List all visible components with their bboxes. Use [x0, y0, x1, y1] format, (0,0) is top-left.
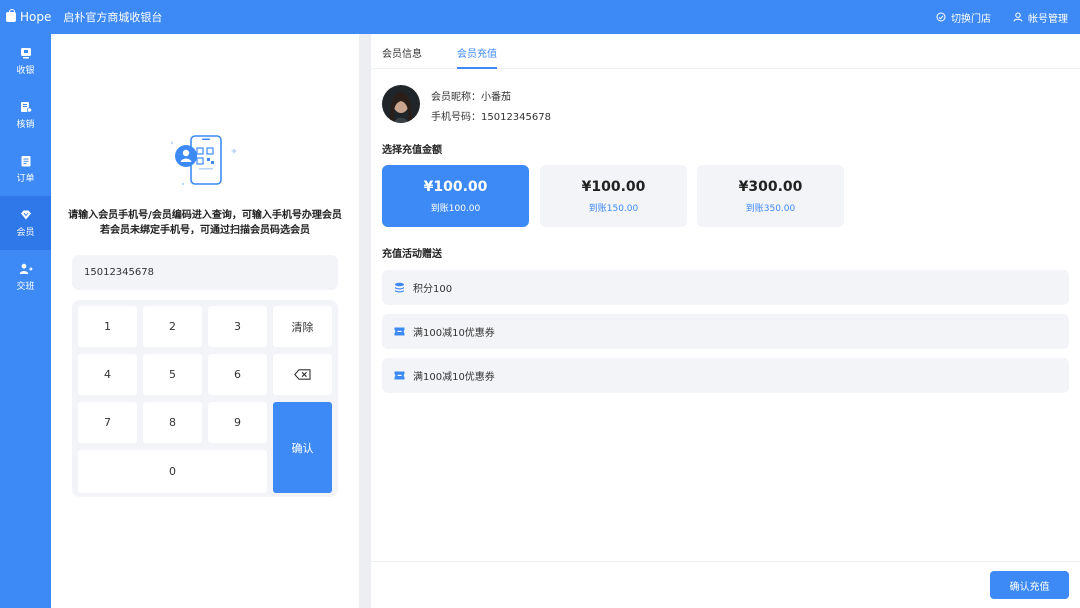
sidebar-item-label: 核销 [16, 119, 35, 130]
account-label: 帐号管理 [1028, 13, 1068, 25]
coupon-icon [394, 327, 405, 336]
key-5[interactable]: 5 [143, 354, 202, 395]
footer-divider [371, 561, 1080, 562]
sidebar-item-shift[interactable]: 交班 [0, 250, 51, 304]
amount-option-1[interactable]: ¥100.00 到账100.00 [382, 165, 529, 227]
numeric-keypad: 1 2 3 清除 4 5 6 7 8 9 确认 0 [72, 300, 338, 497]
amount-bonus: 到账100.00 [430, 204, 481, 214]
backspace-button[interactable] [273, 354, 332, 395]
member-avatar [382, 85, 420, 123]
gift-text: 满100减10优惠券 [413, 328, 495, 339]
user-icon [1013, 12, 1023, 22]
sidebar-item-label: 订单 [16, 173, 35, 184]
key-8[interactable]: 8 [143, 402, 202, 443]
sidebar-item-cashier[interactable]: 收银 [0, 34, 51, 88]
tab-member-recharge[interactable]: 会员充值 [457, 45, 497, 60]
sidebar-item-label: 收银 [16, 65, 35, 76]
panel-divider [359, 34, 371, 608]
member-nickname: 会员昵称：小番茄 [431, 92, 511, 103]
member-detail-panel: 会员信息 会员充值 会员昵称：小番茄 手机号码：15012345678 选择充值… [371, 34, 1080, 608]
shift-icon [19, 263, 33, 274]
key-0[interactable]: 0 [78, 450, 267, 493]
gift-item: 满100减10优惠券 [382, 358, 1069, 393]
sidebar-item-label: 会员 [16, 227, 35, 238]
gift-item: 积分100 [382, 270, 1069, 305]
switch-store-label: 切换门店 [951, 13, 991, 25]
scan-phone-illustration [170, 135, 237, 186]
amount-bonus: 到账150.00 [588, 204, 639, 214]
key-2[interactable]: 2 [143, 306, 202, 347]
member-phone: 手机号码：15012345678 [431, 112, 551, 123]
sidebar-item-member[interactable]: 会员 [0, 196, 51, 250]
sidebar-item-verify[interactable]: 核销 [0, 88, 51, 142]
keypad-confirm-button[interactable]: 确认 [273, 402, 332, 493]
switch-store-icon [936, 12, 946, 22]
sidebar: 收银 核销 订单 会员 交班 [0, 34, 51, 608]
cashier-icon [20, 47, 31, 58]
sidebar-item-orders[interactable]: 订单 [0, 142, 51, 196]
coins-icon [395, 282, 404, 293]
coupon-icon [394, 371, 405, 380]
switch-store-button[interactable]: 切换门店 [936, 10, 991, 25]
tab-bar: 会员信息 会员充值 [371, 34, 1080, 69]
amount-price: ¥100.00 [423, 179, 488, 195]
key-4[interactable]: 4 [78, 354, 137, 395]
amount-bonus: 到账350.00 [745, 204, 796, 214]
key-6[interactable]: 6 [208, 354, 267, 395]
verify-icon [20, 101, 32, 113]
brand-name: Hope [20, 10, 52, 24]
gift-section-label: 充值活动赠送 [382, 249, 442, 260]
lookup-hint-line-1: 请输入会员手机号/会员编码进入查询，可输入手机号办理会员 [68, 210, 342, 221]
amount-price: ¥100.00 [581, 179, 646, 195]
key-3[interactable]: 3 [208, 306, 267, 347]
gift-item: 满100减10优惠券 [382, 314, 1069, 349]
tab-member-info[interactable]: 会员信息 [382, 45, 422, 60]
lookup-hint: 请输入会员手机号/会员编码进入查询，可输入手机号办理会员 若会员未绑定手机号，可… [51, 208, 359, 238]
lookup-hint-line-2: 若会员未绑定手机号，可通过扫描会员码选会员 [100, 225, 310, 236]
gift-text: 满100减10优惠券 [413, 372, 495, 383]
top-actions: 切换门店 帐号管理 [914, 0, 1068, 34]
amount-option-3[interactable]: ¥300.00 到账350.00 [697, 165, 844, 227]
member-lookup-panel: 请输入会员手机号/会员编码进入查询，可输入手机号办理会员 若会员未绑定手机号，可… [51, 34, 359, 608]
brand: Hope [6, 9, 52, 24]
order-icon [21, 155, 30, 166]
sidebar-item-label: 交班 [16, 281, 35, 292]
gift-text: 积分100 [413, 284, 453, 295]
confirm-recharge-button[interactable]: 确认充值 [990, 571, 1069, 599]
account-button[interactable]: 帐号管理 [1013, 10, 1068, 25]
amount-option-2[interactable]: ¥100.00 到账150.00 [540, 165, 687, 227]
active-tab-indicator [457, 67, 497, 69]
member-icon [20, 210, 31, 219]
key-9[interactable]: 9 [208, 402, 267, 443]
top-bar: Hope 启朴官方商城收银台 切换门店 帐号管理 [0, 0, 1080, 34]
clear-button[interactable]: 清除 [273, 306, 332, 347]
key-1[interactable]: 1 [78, 306, 137, 347]
phone-input[interactable] [72, 255, 338, 290]
app-title: 启朴官方商城收银台 [63, 11, 163, 24]
backspace-icon [294, 369, 311, 380]
amount-section-label: 选择充值金额 [382, 145, 442, 156]
key-7[interactable]: 7 [78, 402, 137, 443]
amount-price: ¥300.00 [738, 179, 803, 195]
shopping-bag-icon [6, 9, 16, 22]
